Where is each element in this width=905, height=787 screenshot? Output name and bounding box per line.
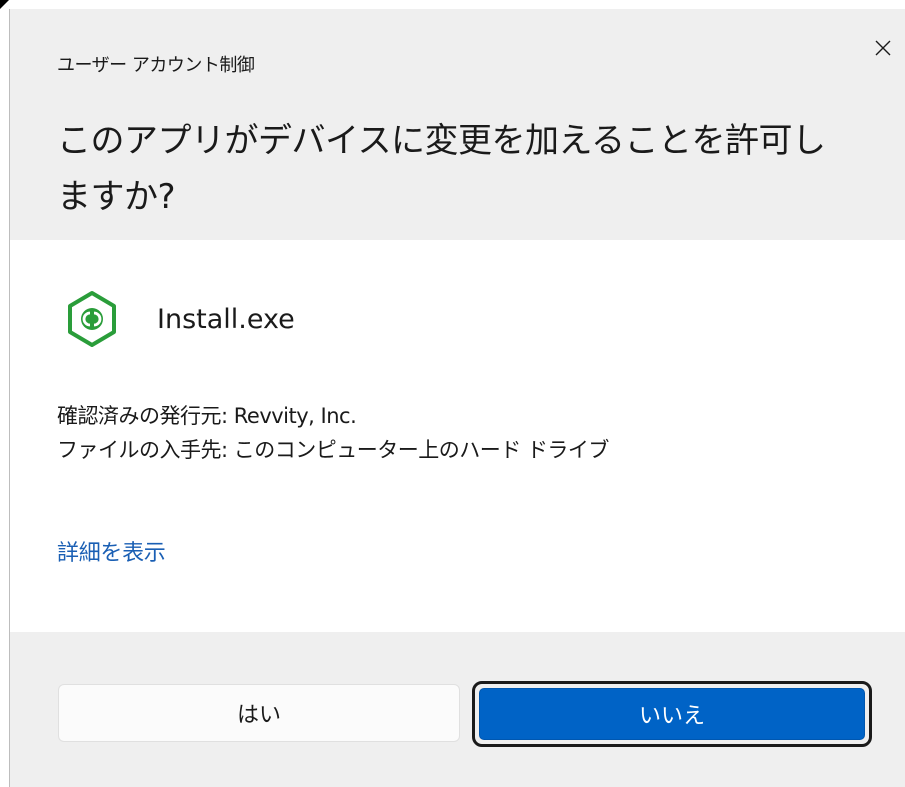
- yes-button[interactable]: はい: [58, 684, 460, 742]
- close-icon: [875, 40, 891, 56]
- uac-dialog: ユーザー アカウント制御 このアプリがデバイスに変更を加えることを許可しますか?…: [9, 9, 905, 787]
- window-corner: [0, 0, 9, 9]
- app-logo-icon: [68, 291, 116, 347]
- dialog-header: ユーザー アカウント制御 このアプリがデバイスに変更を加えることを許可しますか?: [10, 9, 905, 240]
- publisher-line: 確認済みの発行元: Revvity, Inc.: [57, 404, 357, 428]
- no-button[interactable]: いいえ: [479, 688, 865, 740]
- dialog-question: このアプリがデバイスに変更を加えることを許可しますか?: [57, 121, 826, 217]
- publisher-info: 確認済みの発行元: Revvity, Inc. ファイルの入手先: このコンピュ…: [57, 399, 609, 467]
- close-button[interactable]: [866, 31, 900, 65]
- dialog-title: ユーザー アカウント制御: [57, 55, 255, 76]
- app-row: Install.exe: [62, 289, 295, 349]
- app-name: Install.exe: [157, 303, 295, 335]
- origin-line: ファイルの入手先: このコンピューター上のハード ドライブ: [57, 438, 609, 462]
- dialog-footer: はい いいえ: [10, 632, 905, 787]
- show-details-link[interactable]: 詳細を表示: [57, 535, 166, 567]
